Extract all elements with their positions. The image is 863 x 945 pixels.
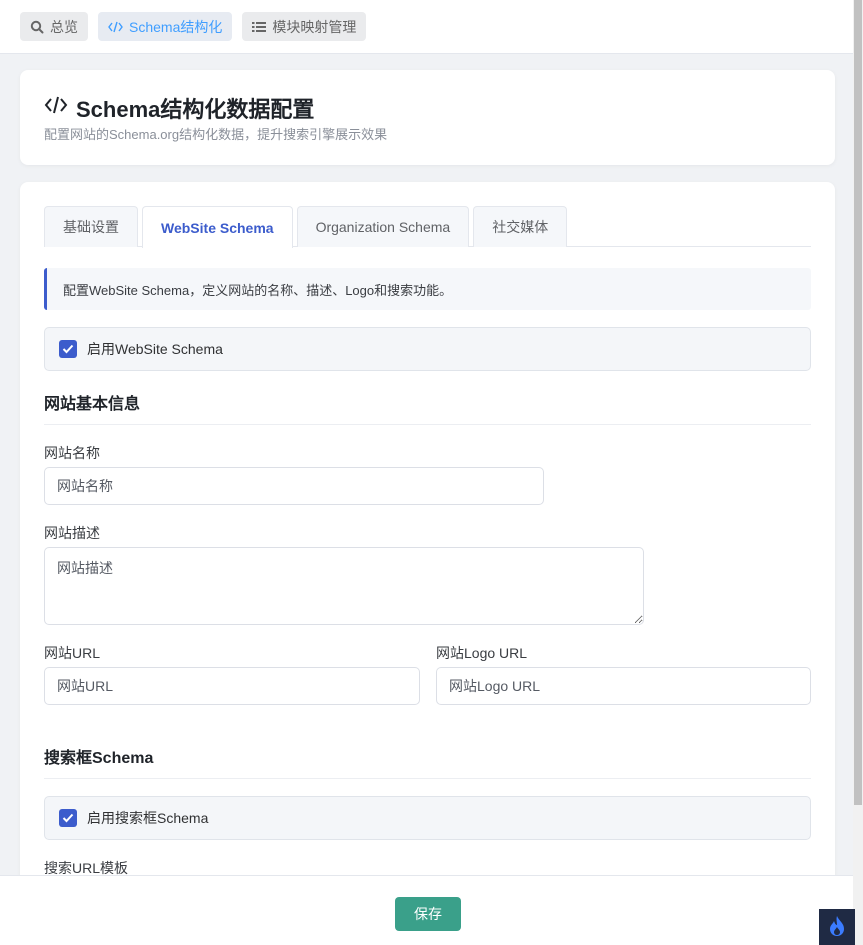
section-title-search: 搜索框Schema: [44, 744, 811, 779]
scrollbar[interactable]: [853, 0, 863, 945]
checkbox-checked-icon[interactable]: [59, 340, 77, 358]
site-logo-url-label: 网站Logo URL: [436, 645, 528, 661]
enable-website-schema[interactable]: 启用WebSite Schema: [44, 327, 811, 371]
enable-website-schema-label: 启用WebSite Schema: [87, 341, 223, 357]
nav-module-mapping-button[interactable]: 模块映射管理: [242, 12, 367, 41]
site-description-input[interactable]: [44, 547, 644, 625]
section-title-basic: 网站基本信息: [44, 390, 811, 425]
nav-schema-button[interactable]: Schema结构化: [98, 12, 233, 41]
fire-icon: [828, 915, 846, 940]
info-box: 配置WebSite Schema，定义网站的名称、描述、Logo和搜索功能。: [44, 268, 811, 310]
page-title: Schema结构化数据配置: [44, 92, 314, 124]
tab-basic-settings[interactable]: 基础设置: [44, 206, 138, 247]
tab-organization-schema[interactable]: Organization Schema: [296, 206, 470, 247]
site-url-label: 网站URL: [44, 645, 101, 661]
nav-module-mapping-label: 模块映射管理: [272, 18, 357, 35]
scrollbar-thumb[interactable]: [854, 0, 862, 805]
enable-search-schema-label: 启用搜索框Schema: [87, 810, 209, 826]
checkbox-checked-icon[interactable]: [59, 809, 77, 827]
footer-bar: 保存: [0, 875, 853, 945]
fire-widget-button[interactable]: [819, 909, 855, 945]
site-name-label: 网站名称: [44, 445, 100, 461]
list-icon: [252, 21, 267, 33]
enable-search-schema[interactable]: 启用搜索框Schema: [44, 796, 811, 840]
code-icon: [108, 21, 123, 33]
nav-schema-label: Schema结构化: [129, 18, 223, 35]
nav-overview-label: 总览: [50, 18, 78, 35]
tab-social-media[interactable]: 社交媒体: [473, 206, 568, 247]
save-button[interactable]: 保存: [395, 897, 461, 931]
page-subtitle: 配置网站的Schema.org结构化数据，提升搜索引擎展示效果: [44, 127, 388, 142]
nav-overview-button[interactable]: 总览: [20, 12, 88, 41]
tab-bar: 基础设置 WebSite Schema Organization Schema …: [44, 206, 811, 248]
site-logo-url-input[interactable]: [436, 667, 811, 705]
tab-website-schema[interactable]: WebSite Schema: [142, 206, 293, 248]
site-url-input[interactable]: [44, 667, 420, 705]
top-nav: 总览 Schema结构化 模块映射管理: [0, 0, 853, 54]
site-name-input[interactable]: [44, 467, 544, 505]
main-card: 基础设置 WebSite Schema Organization Schema …: [20, 182, 835, 942]
site-description-label: 网站描述: [44, 525, 100, 541]
code-icon: [44, 95, 68, 121]
search-icon: [30, 20, 44, 34]
page-title-text: Schema结构化数据配置: [76, 97, 315, 122]
header-card: Schema结构化数据配置 配置网站的Schema.org结构化数据，提升搜索引…: [20, 70, 835, 165]
